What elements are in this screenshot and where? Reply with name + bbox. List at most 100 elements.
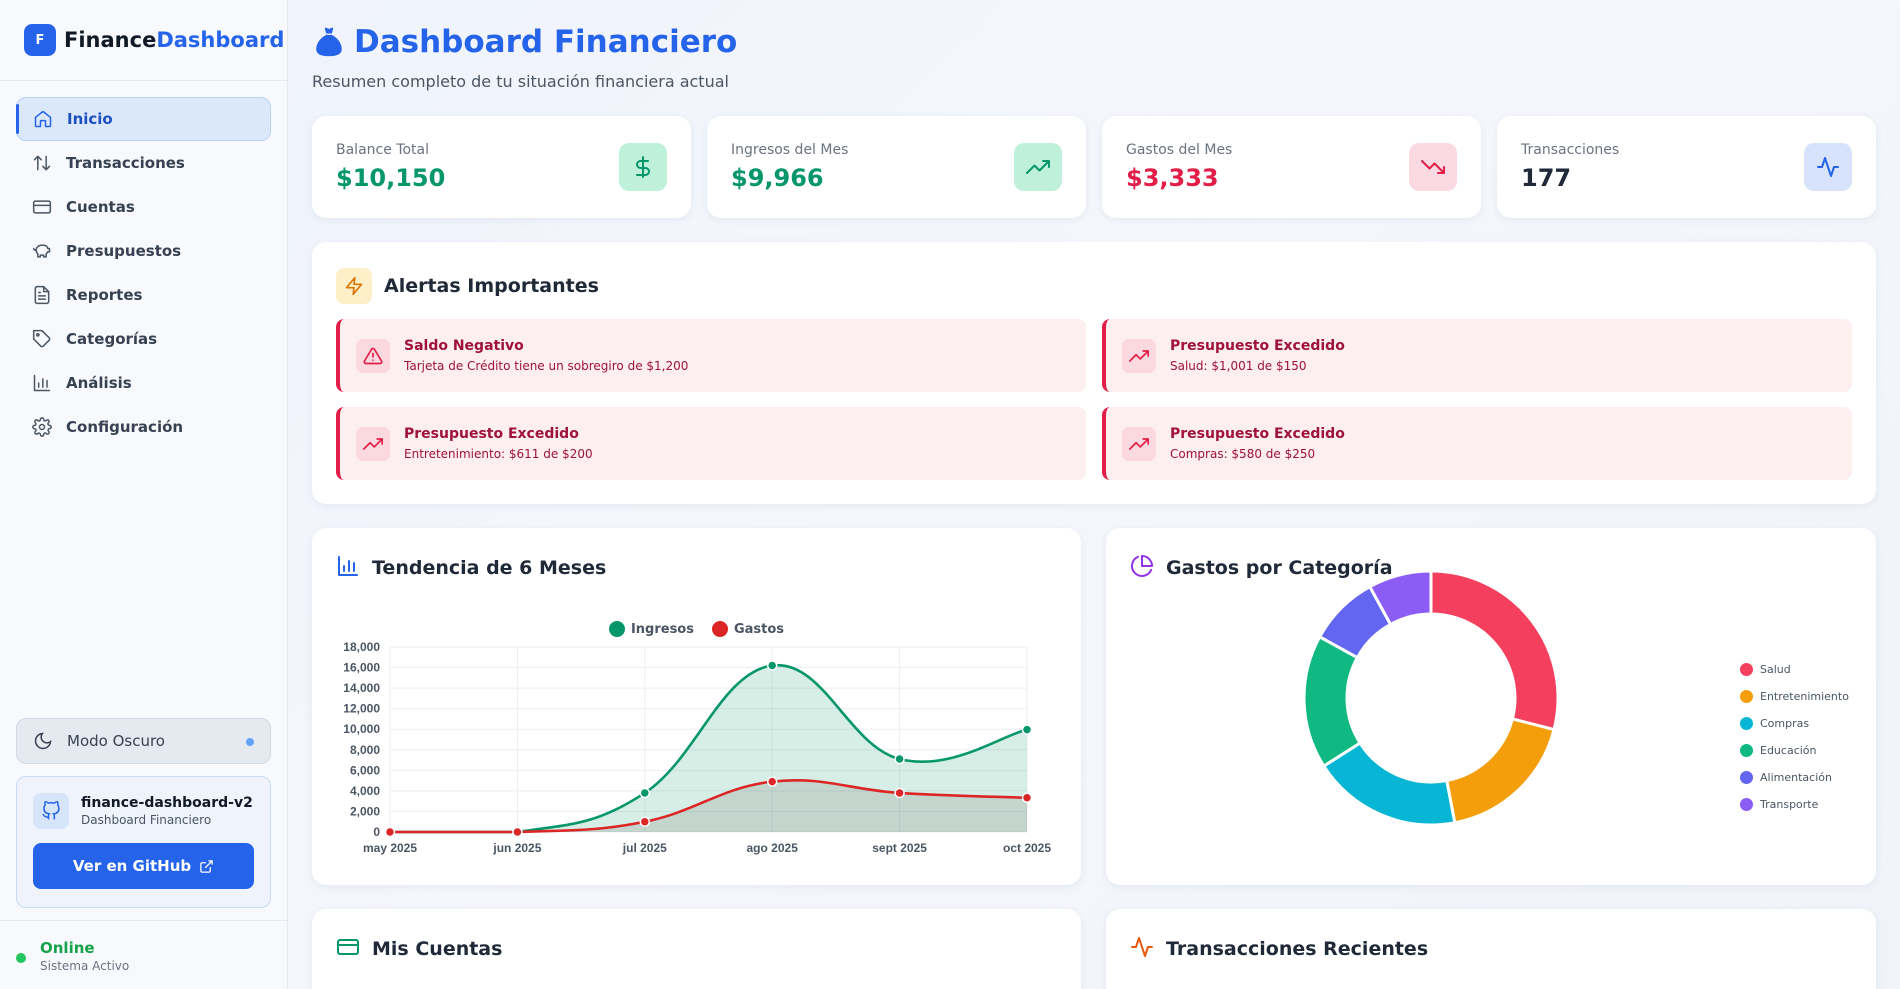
sidebar-item-label: Análisis [66, 374, 132, 392]
x-tick-label: jul 2025 [622, 841, 667, 855]
y-tick-label: 18,000 [343, 640, 380, 654]
stat-value: 177 [1521, 164, 1572, 192]
sidebar-item-reportes[interactable]: Reportes [16, 273, 271, 317]
system-status: Online Sistema Activo [0, 920, 288, 989]
alert-description: Compras: $580 de $250 [1170, 447, 1316, 461]
trending-up-icon [1122, 338, 1156, 373]
stat-card-income: Ingresos del Mes $9,966 [707, 116, 1086, 218]
sidebar-item-categorias[interactable]: Categorías [16, 317, 271, 361]
legend-item[interactable]: Salud [1740, 656, 1849, 683]
alert-description: Entretenimiento: $611 de $200 [404, 447, 593, 461]
legend-swatch [1740, 663, 1753, 676]
sidebar: F FinanceDashboard Inicio Transacciones … [0, 0, 288, 989]
y-tick-label: 12,000 [343, 702, 380, 716]
y-tick-label: 2,000 [350, 804, 380, 818]
category-chart-panel: Gastos por Categoría Salud Entretenimient… [1106, 528, 1876, 885]
y-tick-label: 6,000 [350, 763, 380, 777]
accounts-panel: Mis Cuentas [312, 909, 1081, 989]
alert-item[interactable]: Presupuesto Excedido Entretenimiento: $6… [336, 407, 1086, 480]
trend-chart: 0 2,000 4,000 6,000 8,000 10,000 12,000 14,000 1… [343, 640, 1051, 855]
y-tick-label: 10,000 [343, 722, 380, 736]
trending-up-icon [1014, 143, 1062, 191]
stat-card-expenses: Gastos del Mes $3,333 [1102, 116, 1481, 218]
legend-label: Salud [1760, 663, 1791, 676]
brand-name: FinanceDashboard [64, 28, 284, 52]
legend-item[interactable]: Compras [1740, 710, 1849, 737]
legend-label: Alimentación [1760, 771, 1832, 784]
alert-title: Presupuesto Excedido [1170, 426, 1345, 442]
alert-item[interactable]: Presupuesto Excedido Salud: $1,001 de $1… [1102, 319, 1852, 392]
arrows-up-down-icon [33, 155, 51, 171]
money-bag-icon [316, 27, 342, 57]
alert-title: Saldo Negativo [404, 338, 524, 354]
brand-name-plain: Finance [64, 28, 157, 52]
alert-description: Salud: $1,001 de $150 [1170, 359, 1307, 373]
accounts-title: Mis Cuentas [372, 938, 503, 960]
legend-label: Transporte [1760, 798, 1819, 811]
alert-description: Tarjeta de Crédito tiene un sobregiro de… [404, 359, 689, 373]
stat-label: Transacciones [1521, 142, 1620, 158]
gear-icon [32, 417, 52, 437]
legend-item[interactable]: Entretenimiento [1740, 683, 1849, 710]
legend-swatch [1740, 717, 1753, 730]
sidebar-item-cuentas[interactable]: Cuentas [16, 185, 271, 229]
brand[interactable]: F FinanceDashboard [0, 0, 287, 81]
sidebar-item-analisis[interactable]: Análisis [16, 361, 271, 405]
donut-slice-entretenimiento [1444, 717, 1556, 825]
data-point-gastos [1021, 792, 1033, 803]
donut-slice-educación [1302, 634, 1363, 769]
view-on-github-button[interactable]: Ver en GitHub [33, 843, 254, 889]
stat-card-transactions: Transacciones 177 [1497, 116, 1876, 218]
alert-item[interactable]: Presupuesto Excedido Compras: $580 de $2… [1102, 407, 1852, 480]
stat-label: Gastos del Mes [1126, 142, 1233, 158]
data-point-ingresos [894, 753, 905, 765]
x-tick-label: oct 2025 [1003, 841, 1051, 855]
dark-mode-toggle[interactable]: Modo Oscuro [16, 718, 271, 764]
trend-chart-panel: Tendencia de 6 Meses Ingresos Gastos 0 2,… [312, 528, 1081, 885]
sidebar-item-inicio[interactable]: Inicio [16, 97, 271, 141]
stat-value: $9,966 [731, 164, 824, 192]
alerts-panel: Alertas Importantes Saldo Negativo Tarje… [312, 242, 1876, 504]
category-donut-chart [1302, 569, 1560, 827]
github-icon [33, 793, 69, 829]
moon-icon [34, 732, 52, 750]
x-tick-label: sept 2025 [872, 841, 927, 855]
sidebar-item-presupuestos[interactable]: Presupuestos [16, 229, 271, 273]
data-point-ingresos [639, 787, 651, 799]
sidebar-item-label: Presupuestos [66, 242, 182, 260]
piggy-bank-icon [32, 244, 51, 258]
legend-label: Entretenimiento [1760, 690, 1849, 703]
sidebar-item-label: Cuentas [66, 198, 135, 216]
tag-icon [32, 329, 51, 348]
stat-value: $3,333 [1126, 164, 1219, 192]
dark-mode-indicator [246, 738, 254, 746]
trending-down-icon [1409, 143, 1457, 191]
x-tick-label: may 2025 [363, 841, 417, 855]
sidebar-item-transacciones[interactable]: Transacciones [16, 141, 271, 185]
repo-subtitle: Dashboard Financiero [81, 813, 212, 827]
data-point-gastos [639, 816, 651, 827]
alert-title: Presupuesto Excedido [1170, 338, 1345, 354]
legend-label: Educación [1760, 744, 1817, 757]
view-on-github-label: Ver en GitHub [72, 857, 192, 875]
data-point-ingresos [1021, 724, 1033, 735]
dollar-icon [619, 143, 667, 191]
file-text-icon [34, 285, 50, 305]
brand-name-accent: Dashboard [156, 28, 285, 52]
stat-label: Ingresos del Mes [731, 142, 849, 158]
legend-item[interactable]: Transporte [1740, 791, 1849, 818]
credit-card-icon [336, 935, 360, 963]
home-icon [34, 110, 52, 128]
category-legend: Salud Entretenimiento Compras Educación Alim… [1740, 656, 1849, 818]
status-indicator [16, 953, 26, 963]
data-point-gastos [512, 826, 523, 838]
brand-logo: F [24, 24, 56, 56]
alert-item[interactable]: Saldo Negativo Tarjeta de Crédito tiene … [336, 319, 1086, 392]
sidebar-item-label: Configuración [66, 418, 184, 436]
y-tick-label: 4,000 [350, 784, 380, 798]
sidebar-item-configuracion[interactable]: Configuración [16, 405, 271, 449]
stat-label: Balance Total [336, 142, 429, 158]
legend-item[interactable]: Educación [1740, 737, 1849, 764]
stat-value: $10,150 [336, 164, 446, 192]
legend-item[interactable]: Alimentación [1740, 764, 1849, 791]
